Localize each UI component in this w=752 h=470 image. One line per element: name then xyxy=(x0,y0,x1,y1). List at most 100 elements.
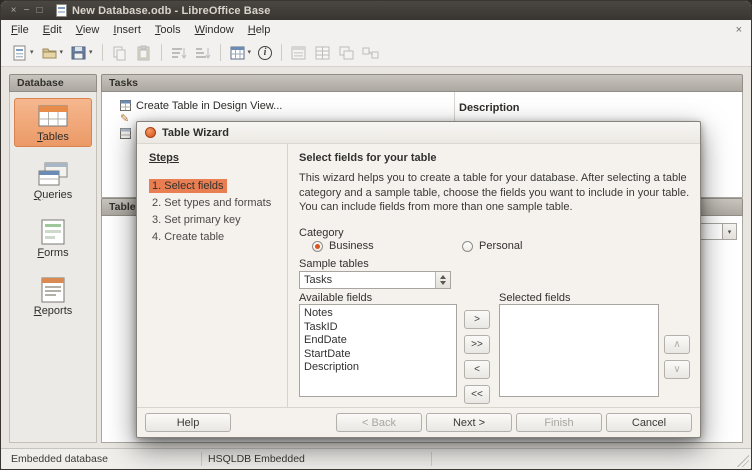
list-item[interactable]: TaskID xyxy=(300,321,456,335)
radio-personal-label[interactable]: Personal xyxy=(479,240,522,252)
database-sidebar: Database Tables xyxy=(9,74,97,443)
list-item[interactable]: StartDate xyxy=(300,348,456,362)
pencil-icon: ✎ xyxy=(120,114,129,125)
cancel-button[interactable]: Cancel xyxy=(606,413,692,432)
datasheet-button[interactable] xyxy=(311,42,334,64)
database-sidebar-body: Tables Queries xyxy=(9,92,97,443)
selected-fields-listbox[interactable] xyxy=(499,304,659,397)
sidebar-item-label: Forms xyxy=(37,247,68,259)
window-maximize-button[interactable]: □ xyxy=(33,1,46,20)
wizard-intro-text: This wizard helps you to create a table … xyxy=(299,171,699,215)
list-item[interactable]: Notes xyxy=(300,307,456,321)
move-left-button[interactable]: < xyxy=(464,360,490,379)
sample-tables-label: Sample tables xyxy=(299,258,369,270)
spinner-icon[interactable] xyxy=(435,272,450,288)
task-create-table-design-view[interactable]: Create Table in Design View... xyxy=(120,99,742,112)
database-panel-title: Database xyxy=(17,77,64,89)
move-down-button[interactable]: ∨ xyxy=(664,360,690,379)
radio-button-icon[interactable] xyxy=(462,241,473,252)
form-button[interactable] xyxy=(287,42,310,64)
menu-window[interactable]: Window xyxy=(188,22,241,38)
view-icon xyxy=(120,128,131,139)
dialog-title: Table Wizard xyxy=(162,127,229,139)
statusbar-engine: HSQLDB Embedded xyxy=(208,453,305,465)
paste-button[interactable] xyxy=(132,42,155,64)
toolbar-separator xyxy=(281,44,282,61)
new-database-button[interactable]: ▾ xyxy=(8,42,37,64)
help-button[interactable]: Help xyxy=(145,413,231,432)
window-titlebar[interactable]: × − □ New Database.odb - LibreOffice Bas… xyxy=(1,1,751,20)
description-header: Description xyxy=(459,102,520,114)
table-design-button[interactable]: ▾ xyxy=(226,42,255,64)
menu-help[interactable]: Help xyxy=(241,22,278,38)
finish-button[interactable]: Finish xyxy=(516,413,602,432)
info-button[interactable]: i xyxy=(255,42,275,64)
spin-up-icon xyxy=(440,275,446,279)
sample-tables-combobox[interactable]: Tasks xyxy=(299,271,451,289)
copy-button[interactable] xyxy=(108,42,131,64)
menu-tools[interactable]: Tools xyxy=(148,22,188,38)
relationships-icon xyxy=(362,45,379,61)
close-document-icon[interactable]: × xyxy=(727,24,751,36)
steps-header: Steps xyxy=(149,152,287,164)
radio-personal[interactable]: Personal xyxy=(462,240,522,252)
back-button[interactable]: < Back xyxy=(336,413,422,432)
statusbar-divider xyxy=(201,452,202,466)
dialog-titlebar[interactable]: Table Wizard xyxy=(137,122,700,144)
task-label: Create Table in Design View... xyxy=(136,100,282,112)
window-title: New Database.odb - LibreOffice Base xyxy=(72,5,271,17)
query-button[interactable] xyxy=(335,42,358,64)
save-button[interactable]: ▾ xyxy=(67,42,96,64)
step-label: 4. Create table xyxy=(149,230,227,244)
available-fields-label: Available fields xyxy=(299,292,372,304)
statusbar-database-type: Embedded database xyxy=(11,453,108,465)
chevron-down-icon: ▾ xyxy=(722,223,737,240)
sidebar-item-reports[interactable]: Reports xyxy=(14,272,92,321)
wizard-icon xyxy=(145,127,156,138)
relationships-button[interactable] xyxy=(359,42,382,64)
next-button[interactable]: Next > xyxy=(426,413,512,432)
radio-button-icon[interactable] xyxy=(312,241,323,252)
chevron-down-icon: ▾ xyxy=(248,42,252,64)
menu-insert[interactable]: Insert xyxy=(106,22,148,38)
radio-business-label[interactable]: Business xyxy=(329,240,374,252)
chevron-down-icon: ▾ xyxy=(89,42,93,64)
menu-file[interactable]: File xyxy=(4,22,36,38)
open-button[interactable]: ▾ xyxy=(38,42,67,64)
sidebar-item-tables[interactable]: Tables xyxy=(14,98,92,147)
datasheet-icon xyxy=(314,45,331,61)
sample-tables-value: Tasks xyxy=(300,272,435,288)
sidebar-item-forms[interactable]: Forms xyxy=(14,214,92,263)
radio-business[interactable]: Business xyxy=(312,240,374,252)
window-close-button[interactable]: × xyxy=(7,1,20,20)
open-folder-icon xyxy=(41,45,58,61)
move-all-right-button[interactable]: >> xyxy=(464,335,490,354)
category-label: Category xyxy=(299,227,344,239)
window-minimize-button[interactable]: − xyxy=(20,1,33,20)
sort-descending-button[interactable] xyxy=(191,42,214,64)
sort-ascending-button[interactable] xyxy=(167,42,190,64)
wizard-content-pane: Select fields for your table This wizard… xyxy=(288,144,700,407)
move-right-button[interactable]: > xyxy=(464,310,490,329)
spin-down-icon xyxy=(440,281,446,285)
menu-view[interactable]: View xyxy=(69,22,107,38)
move-all-left-button[interactable]: << xyxy=(464,385,490,404)
query-icon xyxy=(338,45,355,61)
available-fields-listbox[interactable]: Notes TaskID EndDate StartDate Descripti… xyxy=(299,304,457,397)
step-label: 1. Select fields xyxy=(149,179,227,193)
chevron-down-icon: ▾ xyxy=(60,42,64,64)
menu-edit[interactable]: Edit xyxy=(36,22,69,38)
reports-icon xyxy=(37,277,69,303)
toolbar-separator xyxy=(102,44,103,61)
screen: × − □ New Database.odb - LibreOffice Bas… xyxy=(0,0,752,470)
move-up-button[interactable]: ∧ xyxy=(664,335,690,354)
paste-icon xyxy=(135,45,152,61)
resize-grip[interactable] xyxy=(737,455,749,467)
statusbar-divider xyxy=(431,452,432,466)
toolbar-separator xyxy=(161,44,162,61)
list-item[interactable]: Description xyxy=(300,361,456,375)
selected-fields-label: Selected fields xyxy=(499,292,571,304)
table-design-icon xyxy=(229,45,246,61)
sidebar-item-queries[interactable]: Queries xyxy=(14,156,92,205)
list-item[interactable]: EndDate xyxy=(300,334,456,348)
